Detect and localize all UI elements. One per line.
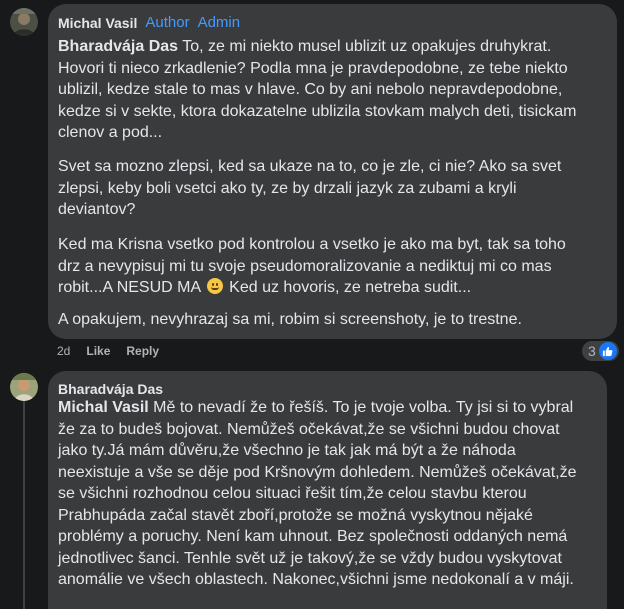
comment-line: Svet sa mozno zlepsi, ked sa ukaze na to…	[58, 158, 562, 175]
comment-line: jako ty.Já mám důvěru,že všechno je tak …	[58, 442, 516, 459]
comment-author[interactable]: Bharadvája Das	[58, 381, 163, 397]
comment-bubble: Bharadvája Das Michal Vasil Mě to nevadí…	[48, 371, 607, 609]
comment-line: anomálie ve všech oblastech. Nakonec,vši…	[58, 571, 574, 588]
author-badge[interactable]: Author	[145, 14, 189, 31]
comment-michal-vasil: Michal Vasil Author Admin Bharadvája Das…	[0, 0, 624, 370]
comment-line: A opakujem, nevyhrazaj sa mi, robim si s…	[58, 311, 522, 328]
comment-line: clenov a pod...	[58, 124, 163, 141]
comment-line: jednotlivec šanci. Tenhle svět už je tak…	[58, 549, 562, 567]
comment-line: zlepsi, keby boli vsetci ako ty, ze by d…	[58, 179, 517, 197]
comment-bubble: Michal Vasil Author Admin Bharadvája Das…	[48, 4, 617, 339]
comment-line: robit...A NESUD MA	[58, 279, 201, 296]
reply-button[interactable]: Reply	[126, 344, 159, 358]
comment-line: ublizil, kedze stale to mas v hlave. Co …	[58, 81, 563, 98]
comment-line: Ked ma Krisna vsetko pod kontrolou a vse…	[58, 236, 566, 253]
comment-author[interactable]: Michal Vasil	[58, 15, 137, 31]
comment-paragraph: Svet sa mozno zlepsi, ked sa ukaze na to…	[58, 156, 561, 221]
like-button[interactable]: Like	[86, 344, 110, 358]
admin-badge[interactable]: Admin	[198, 14, 241, 31]
comment-actions: 2d Like Reply	[57, 344, 175, 358]
comment-paragraph: Bharadvája Das To, ze mi niekto musel ub…	[58, 36, 576, 144]
thumbs-up-icon	[598, 342, 617, 360]
comment-paragraph: Ked ma Krisna vsetko pod kontrolou a vse…	[58, 234, 566, 299]
comment-timestamp[interactable]: 2d	[57, 344, 70, 358]
comment-paragraph: A opakujem, nevyhrazaj sa mi, robim si s…	[58, 309, 522, 331]
comment-paragraph: Michal Vasil Mě to nevadí že to řešíš. T…	[58, 397, 577, 591]
avatar-michal-vasil[interactable]	[10, 8, 38, 36]
comment-line: kedze si v sekte, ktora dokazatelne ubli…	[58, 102, 577, 120]
comment-line: že za to budeš bojovat. Nemůžeš očekávat…	[58, 420, 560, 438]
comment-line: To, ze mi niekto musel ublizit uz opakuj…	[182, 38, 552, 55]
grinning-face-emoji	[206, 278, 223, 294]
comment-line: drz a nevypisuj mi tu svoje pseudomorali…	[58, 257, 552, 275]
comment-line: Hovori ti nieco zrkadlenie? Podla mna je…	[58, 59, 568, 77]
comment-line: problémy a poruchy. Není kam uhnout. Bez…	[58, 528, 568, 545]
avatar-bharadvaja-das[interactable]	[10, 373, 38, 401]
reaction-summary[interactable]: 3	[582, 341, 619, 361]
mention-link[interactable]: Bharadvája Das	[58, 38, 178, 55]
comment-line: neexistuje a vše se děje pod Kršnovým do…	[58, 463, 577, 481]
comment-bharadvaja-das: Bharadvája Das Michal Vasil Mě to nevadí…	[0, 368, 624, 609]
comment-line: se všichni rozhodnou celou situaci řešit…	[58, 485, 527, 502]
reaction-count: 3	[588, 343, 596, 359]
comment-line: Prabhupáda začal stavět zboří,protože se…	[58, 506, 533, 524]
comment-line: Mě to nevadí že to řešíš. To je tvoje vo…	[153, 399, 574, 416]
comment-line: Ked uz hovoris, ze netreba sudit...	[229, 279, 472, 296]
comment-line: deviantov?	[58, 201, 136, 218]
mention-link[interactable]: Michal Vasil	[58, 399, 149, 416]
